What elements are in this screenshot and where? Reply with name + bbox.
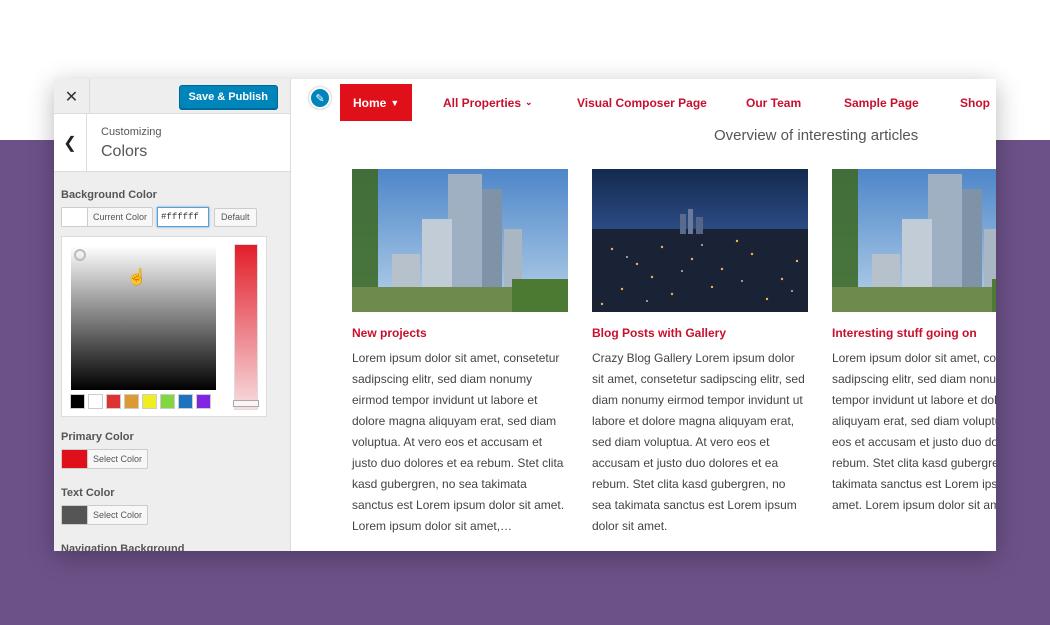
palette-swatch[interactable] — [142, 394, 157, 409]
article-title[interactable]: Blog Posts with Gallery — [592, 326, 808, 340]
breadcrumb: Customizing — [101, 126, 162, 138]
close-icon[interactable]: ✕ — [54, 79, 90, 114]
nav-item-label: All Properties — [443, 95, 522, 110]
background-color-label: Background Color — [61, 189, 157, 201]
customizer-window: ✕ Save & Publish ❮ Customizing Colors Ba… — [54, 79, 996, 551]
color-palette — [70, 394, 211, 409]
palette-swatch[interactable] — [70, 394, 85, 409]
text-select-color-label: Select Color — [93, 510, 143, 520]
nav-item-shop[interactable]: Shop — [960, 84, 990, 121]
nav-item-visual-composer[interactable]: Visual Composer Page — [577, 84, 707, 121]
hue-slider[interactable] — [233, 244, 259, 410]
text-color-chip — [62, 506, 88, 524]
hex-color-input[interactable] — [157, 207, 210, 227]
primary-select-color-label: Select Color — [93, 454, 143, 464]
current-color-label: Current Color — [93, 212, 148, 222]
article-title[interactable]: New projects — [352, 326, 568, 340]
primary-color-chip — [62, 450, 88, 468]
save-publish-button[interactable]: Save & Publish — [178, 85, 278, 109]
default-button[interactable]: Default — [214, 207, 257, 227]
nav-item-label: Sample Page — [844, 95, 919, 110]
nav-item-our-team[interactable]: Our Team — [746, 84, 801, 121]
palette-swatch[interactable] — [178, 394, 193, 409]
edit-pencil-icon[interactable]: ✎ — [309, 87, 331, 109]
site-preview: ✎ Home ▼ All Properties ⌄ Visual Composer … — [291, 79, 996, 551]
sidebar-topbar: ✕ Save & Publish — [54, 79, 290, 114]
current-color-button[interactable]: Current Color — [61, 207, 154, 227]
nav-item-sample-page[interactable]: Sample Page — [844, 84, 919, 121]
overview-heading: Overview of interesting articles — [714, 127, 919, 144]
hand-cursor-icon: ☝ — [127, 269, 147, 286]
customizer-sidebar: ✕ Save & Publish ❮ Customizing Colors Ba… — [54, 79, 291, 551]
chevron-down-icon: ▼ — [390, 97, 400, 108]
saturation-handle[interactable] — [74, 249, 86, 261]
article-title[interactable]: Interesting stuff going on — [832, 326, 996, 340]
palette-swatch[interactable] — [106, 394, 121, 409]
section-title: Colors — [101, 143, 148, 160]
article-card: Interesting stuff going on Lorem ipsum d… — [832, 169, 996, 516]
article-excerpt: Lorem ipsum dolor sit amet, consetetur s… — [832, 351, 996, 512]
palette-swatch[interactable] — [88, 394, 103, 409]
nav-item-all-properties[interactable]: All Properties ⌄ — [443, 84, 533, 121]
primary-color-label: Primary Color — [61, 431, 134, 443]
background-color-control: Current Color Default — [61, 207, 257, 227]
palette-swatch[interactable] — [196, 394, 211, 409]
nav-item-label: Our Team — [746, 95, 802, 110]
article-excerpt: Crazy Blog Gallery Lorem ipsum dolor sit… — [592, 351, 805, 533]
main-navigation: ✎ Home ▼ All Properties ⌄ Visual Composer … — [291, 79, 996, 123]
palette-swatch[interactable] — [124, 394, 139, 409]
section-header: ❮ Customizing Colors — [54, 114, 290, 172]
hue-slider-handle[interactable] — [233, 400, 259, 407]
primary-select-color-button[interactable]: Select Color — [61, 449, 149, 469]
article-card: New projects Lorem ipsum dolor sit amet,… — [352, 169, 568, 537]
navigation-background-label: Navigation Background — [61, 543, 185, 551]
primary-color-control: Select Color — [61, 449, 149, 469]
article-card: Blog Posts with Gallery Crazy Blog Galle… — [592, 169, 808, 537]
nav-item-label: Shop — [960, 95, 990, 110]
article-thumbnail[interactable] — [832, 169, 996, 312]
current-color-chip — [62, 208, 88, 226]
palette-swatch[interactable] — [160, 394, 175, 409]
back-icon[interactable]: ❮ — [54, 114, 87, 172]
nav-item-label: Home — [353, 95, 387, 110]
chevron-down-icon: ⌄ — [525, 97, 533, 107]
text-color-label: Text Color — [61, 487, 115, 499]
nav-item-label: Visual Composer Page — [577, 95, 707, 110]
article-thumbnail[interactable] — [592, 169, 808, 312]
color-picker — [61, 236, 267, 417]
article-excerpt: Lorem ipsum dolor sit amet, consetetur s… — [352, 351, 565, 533]
text-select-color-button[interactable]: Select Color — [61, 505, 149, 525]
article-thumbnail[interactable] — [352, 169, 568, 312]
nav-item-home[interactable]: Home ▼ — [340, 84, 413, 121]
text-color-control: Select Color — [61, 505, 149, 525]
